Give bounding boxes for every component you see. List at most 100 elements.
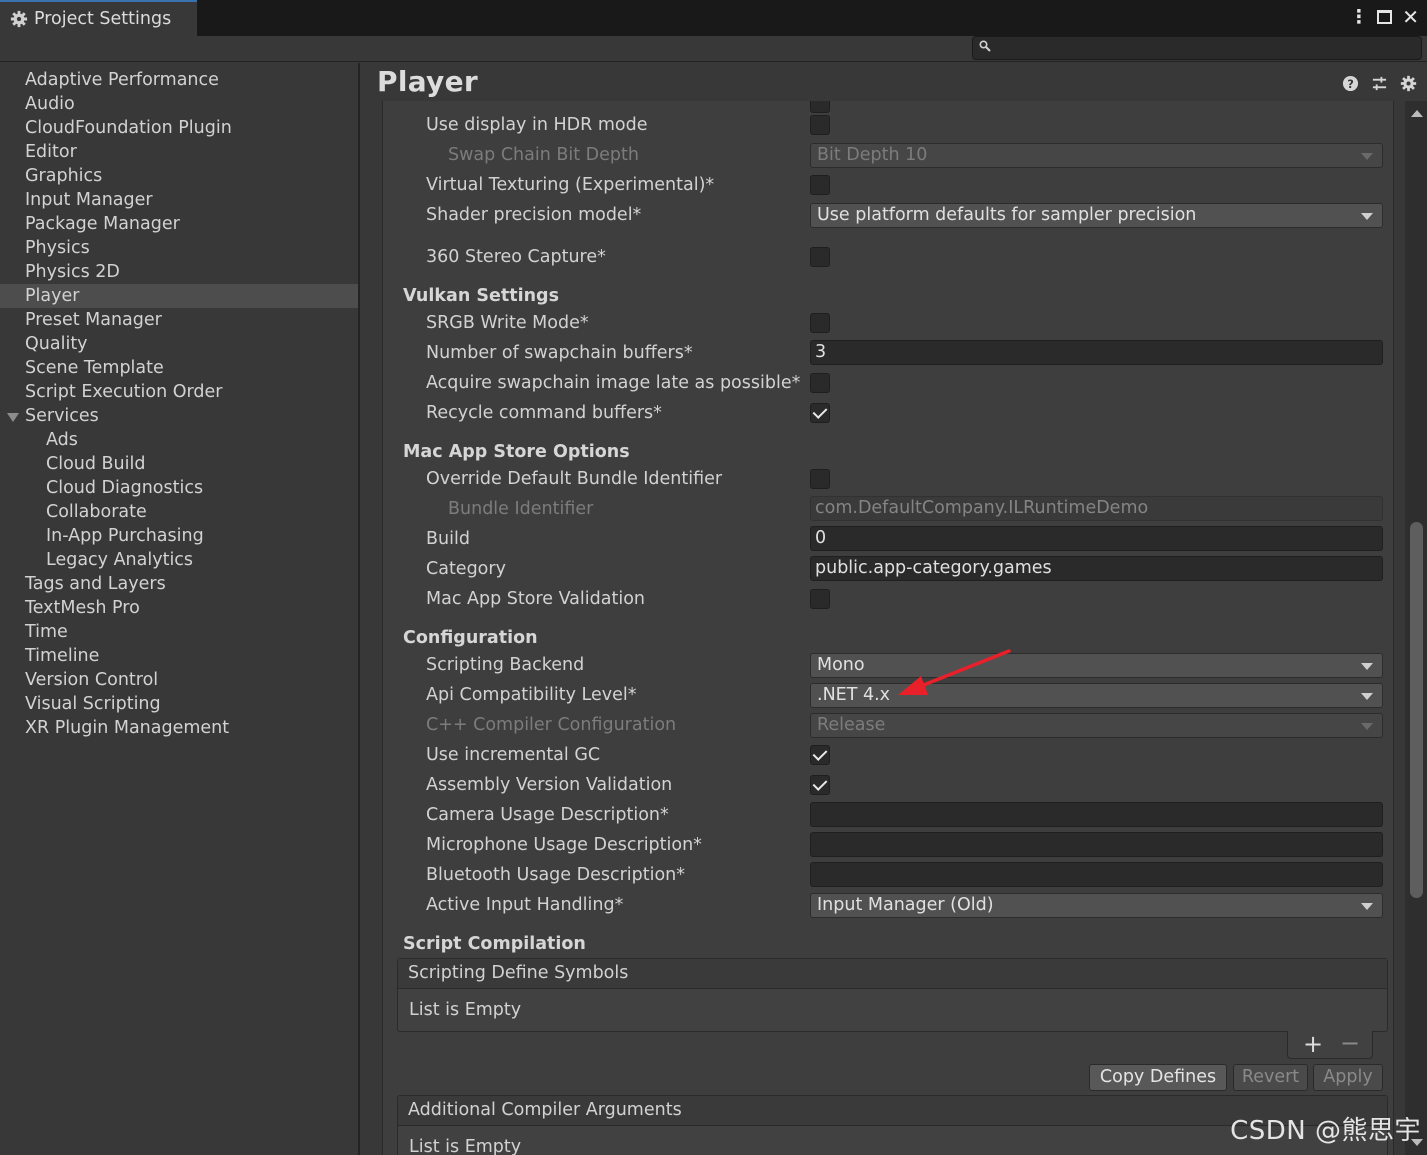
swap-chain-label: Swap Chain Bit Depth bbox=[448, 145, 639, 165]
copy-defines-button[interactable]: Copy Defines bbox=[1089, 1064, 1227, 1091]
input-handling-dropdown[interactable]: Input Manager (Old) bbox=[810, 893, 1383, 918]
input-handling-value: Input Manager (Old) bbox=[817, 895, 994, 915]
incremental-gc-label: Use incremental GC bbox=[426, 745, 601, 765]
api-compat-value: .NET 4.x bbox=[817, 685, 891, 705]
sidebar-item-cloudfoundation-plugin[interactable]: CloudFoundation Plugin bbox=[0, 116, 358, 140]
sidebar-item-tags-and-layers[interactable]: Tags and Layers bbox=[0, 572, 358, 596]
settings-gear-icon[interactable] bbox=[1400, 75, 1417, 92]
swap-chain-value: Bit Depth 10 bbox=[817, 145, 928, 165]
acquire-late-label: Acquire swapchain image late as possible… bbox=[426, 373, 801, 393]
sidebar-item-input-manager[interactable]: Input Manager bbox=[0, 188, 358, 212]
sidebar-item-timeline[interactable]: Timeline bbox=[0, 644, 358, 668]
api-compat-dropdown[interactable]: .NET 4.x bbox=[810, 683, 1383, 708]
bundle-id-field: com.DefaultCompany.ILRuntimeDemo bbox=[810, 496, 1383, 521]
mac-validation-label: Mac App Store Validation bbox=[426, 589, 645, 609]
title-bar: Project Settings ⋮ ✕ bbox=[0, 0, 1427, 36]
swapchain-buffers-field[interactable]: 3 bbox=[810, 340, 1383, 365]
sidebar-item-editor[interactable]: Editor bbox=[0, 140, 358, 164]
header-icons: ? bbox=[1342, 75, 1417, 92]
help-icon[interactable]: ? bbox=[1342, 75, 1359, 92]
acquire-late-checkbox[interactable] bbox=[810, 373, 830, 393]
tab-title: Project Settings bbox=[34, 9, 172, 29]
sidebar-item-cloud-diagnostics[interactable]: Cloud Diagnostics bbox=[0, 476, 358, 500]
sidebar-item-preset-manager[interactable]: Preset Manager bbox=[0, 308, 358, 332]
bt-desc-label: Bluetooth Usage Description* bbox=[426, 865, 686, 885]
stereo-capture-checkbox[interactable] bbox=[810, 247, 830, 267]
maximize-icon[interactable] bbox=[1377, 10, 1393, 24]
sidebar-item-scene-template[interactable]: Scene Template bbox=[0, 356, 358, 380]
add-icon[interactable]: + bbox=[1303, 1031, 1323, 1057]
assembly-validation-checkbox[interactable] bbox=[810, 775, 830, 795]
section-script-compilation: Script Compilation bbox=[403, 934, 586, 954]
shader-precision-dropdown[interactable]: Use platform defaults for sampler precis… bbox=[810, 203, 1383, 228]
sidebar-item-legacy-analytics[interactable]: Legacy Analytics bbox=[0, 548, 358, 572]
sidebar-item-script-execution-order[interactable]: Script Execution Order bbox=[0, 380, 358, 404]
camera-desc-label: Camera Usage Description* bbox=[426, 805, 669, 825]
swapchain-buffers-label: Number of swapchain buffers* bbox=[426, 343, 693, 363]
sidebar-item-in-app-purchasing[interactable]: In-App Purchasing bbox=[0, 524, 358, 548]
fold-arrow-icon[interactable] bbox=[7, 413, 19, 422]
shader-precision-label: Shader precision model* bbox=[426, 205, 642, 225]
input-handling-label: Active Input Handling* bbox=[426, 895, 624, 915]
tab-project-settings[interactable]: Project Settings bbox=[0, 0, 197, 36]
remove-icon[interactable]: − bbox=[1340, 1031, 1360, 1055]
sidebar-item-audio[interactable]: Audio bbox=[0, 92, 358, 116]
mic-desc-label: Microphone Usage Description* bbox=[426, 835, 702, 855]
stereo-capture-label: 360 Stereo Capture* bbox=[426, 247, 606, 267]
recycle-buffers-checkbox[interactable] bbox=[810, 403, 830, 423]
chevron-down-icon bbox=[1361, 153, 1373, 160]
define-symbols-list: Scripting Define Symbols List is Empty bbox=[397, 958, 1388, 1032]
scripting-backend-dropdown[interactable]: Mono bbox=[810, 653, 1383, 678]
preset-icon[interactable] bbox=[1371, 75, 1388, 92]
sidebar-item-graphics[interactable]: Graphics bbox=[0, 164, 358, 188]
mic-desc-field[interactable] bbox=[810, 832, 1383, 857]
sidebar-item-physics[interactable]: Physics bbox=[0, 236, 358, 260]
srgb-write-label: SRGB Write Mode* bbox=[426, 313, 589, 333]
kebab-icon[interactable]: ⋮ bbox=[1349, 6, 1368, 28]
close-icon[interactable]: ✕ bbox=[1402, 5, 1419, 29]
sidebar-item-services[interactable]: Services bbox=[0, 404, 358, 428]
inspector-scrollbar[interactable] bbox=[1405, 101, 1427, 1155]
category-field[interactable]: public.app-category.games bbox=[810, 556, 1383, 581]
apply-button[interactable]: Apply bbox=[1313, 1064, 1383, 1091]
sidebar-item-cloud-build[interactable]: Cloud Build bbox=[0, 452, 358, 476]
sidebar-item-quality[interactable]: Quality bbox=[0, 332, 358, 356]
sidebar-item-time[interactable]: Time bbox=[0, 620, 358, 644]
scrollbar-thumb[interactable] bbox=[1410, 522, 1423, 898]
bundle-id-label: Bundle Identifier bbox=[448, 499, 594, 519]
build-field[interactable]: 0 bbox=[810, 526, 1383, 551]
sidebar-item-ads[interactable]: Ads bbox=[0, 428, 358, 452]
sidebar-item-package-manager[interactable]: Package Manager bbox=[0, 212, 358, 236]
compiler-args-empty: List is Empty bbox=[409, 1137, 522, 1155]
sidebar: Adaptive Performance Audio CloudFoundati… bbox=[0, 63, 360, 1155]
incremental-gc-checkbox[interactable] bbox=[810, 745, 830, 765]
main-panel: Player ? Use display in HDR mode Swap Ch… bbox=[362, 63, 1427, 1155]
camera-desc-field[interactable] bbox=[810, 802, 1383, 827]
revert-button[interactable]: Revert bbox=[1233, 1064, 1308, 1091]
sidebar-item-version-control[interactable]: Version Control bbox=[0, 668, 358, 692]
recycle-buffers-label: Recycle command buffers* bbox=[426, 403, 662, 423]
section-configuration: Configuration bbox=[403, 628, 538, 648]
assembly-validation-label: Assembly Version Validation bbox=[426, 775, 673, 795]
search-icon bbox=[979, 40, 991, 52]
window-controls: ⋮ ✕ bbox=[1349, 5, 1419, 29]
sidebar-item-adaptive-performance[interactable]: Adaptive Performance bbox=[0, 68, 358, 92]
mac-validation-checkbox[interactable] bbox=[810, 589, 830, 609]
search-input[interactable] bbox=[972, 36, 1422, 60]
scroll-up-icon[interactable] bbox=[1411, 110, 1423, 117]
top-partial-checkbox[interactable] bbox=[810, 101, 830, 113]
srgb-write-checkbox[interactable] bbox=[810, 313, 830, 333]
sidebar-item-visual-scripting[interactable]: Visual Scripting bbox=[0, 692, 358, 716]
sidebar-item-xr-plugin-management[interactable]: XR Plugin Management bbox=[0, 716, 358, 740]
player-settings-inspector: Use display in HDR mode Swap Chain Bit D… bbox=[382, 101, 1394, 1155]
hdr-mode-checkbox[interactable] bbox=[810, 115, 830, 135]
virtual-texturing-checkbox[interactable] bbox=[810, 175, 830, 195]
sidebar-item-textmesh-pro[interactable]: TextMesh Pro bbox=[0, 596, 358, 620]
override-bundle-checkbox[interactable] bbox=[810, 469, 830, 489]
sidebar-item-collaborate[interactable]: Collaborate bbox=[0, 500, 358, 524]
sidebar-item-player[interactable]: Player bbox=[0, 284, 358, 308]
category-label: Category bbox=[426, 559, 506, 579]
sidebar-item-physics-2d[interactable]: Physics 2D bbox=[0, 260, 358, 284]
section-vulkan-settings: Vulkan Settings bbox=[403, 286, 559, 306]
bt-desc-field[interactable] bbox=[810, 862, 1383, 887]
